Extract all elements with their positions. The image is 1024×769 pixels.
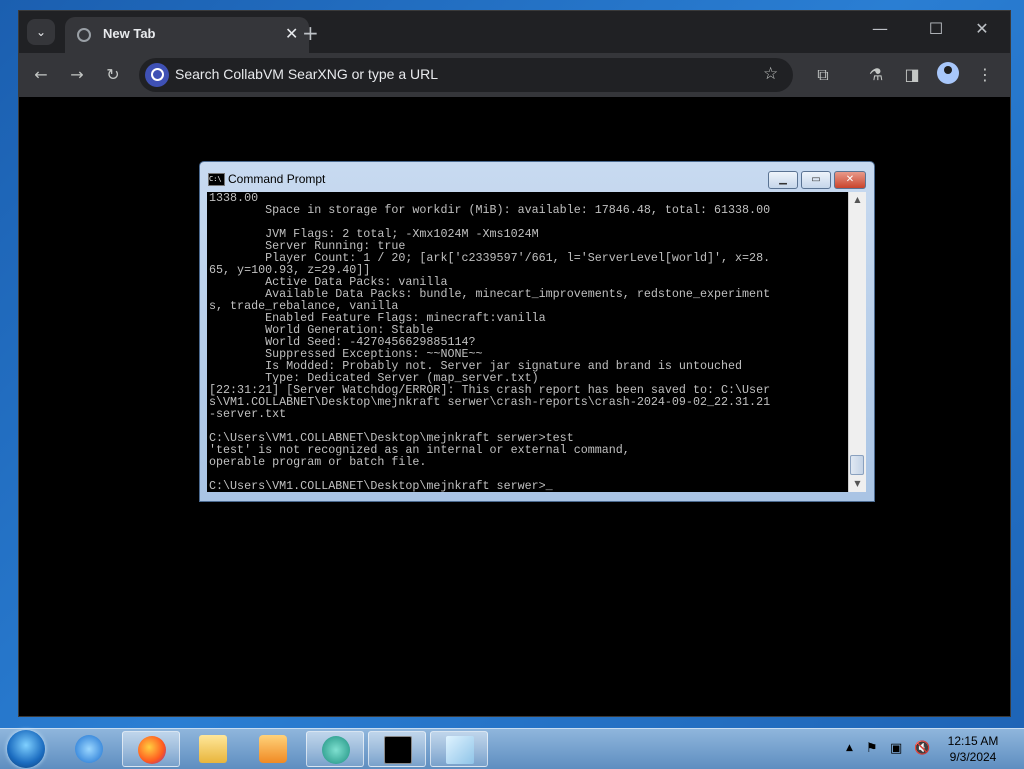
labs-flask-icon[interactable]: ⚗ (864, 63, 888, 87)
clock-time: 12:15 AM (947, 734, 999, 748)
action-center-flag-icon[interactable]: ⚑ (866, 741, 878, 756)
maximize-button[interactable]: ☐ (921, 19, 951, 38)
bookmark-star-icon[interactable]: ☆ (763, 64, 778, 84)
taskbar-ie[interactable] (60, 731, 118, 767)
clock-date: 9/3/2024 (949, 750, 997, 764)
collabvm-icon (322, 736, 350, 764)
cmd-maximize-button[interactable]: ▭ (801, 171, 831, 189)
cmd-scrollbar[interactable]: ▲ ▼ (848, 192, 866, 492)
tab-strip: ⌄ New Tab ✕ + — ☐ ✕ (19, 11, 1010, 53)
taskbar-cmd[interactable] (368, 731, 426, 767)
taskbar-media-player[interactable] (244, 731, 302, 767)
folder-icon (199, 735, 227, 763)
menu-kebab-icon[interactable]: ⋮ (973, 63, 997, 87)
cmd-taskbar-icon (384, 736, 412, 764)
media-player-icon (259, 735, 287, 763)
close-button[interactable]: ✕ (967, 19, 997, 38)
tab-search-icon[interactable]: ⌄ (27, 19, 55, 45)
back-icon[interactable]: ← (29, 63, 53, 87)
command-prompt-window[interactable]: C:\ Command Prompt ▁ ▭ ✕ 1338.00 Space i… (199, 161, 875, 502)
cmd-close-button[interactable]: ✕ (834, 171, 866, 189)
forward-icon[interactable]: → (65, 63, 89, 87)
cmd-titlebar[interactable]: C:\ Command Prompt ▁ ▭ ✕ (200, 162, 874, 192)
scroll-down-icon[interactable]: ▼ (849, 476, 866, 492)
scroll-up-icon[interactable]: ▲ (849, 192, 866, 208)
new-tab-button[interactable]: + (302, 21, 319, 45)
console-text: 1338.00 Space in storage for workdir (Mi… (209, 192, 771, 492)
cmd-title: Command Prompt (228, 172, 326, 186)
globe-icon (77, 28, 91, 42)
notepad-icon (446, 736, 474, 764)
start-button[interactable] (7, 730, 45, 768)
address-bar-placeholder: Search CollabVM SearXNG or type a URL (175, 66, 438, 82)
profile-avatar[interactable] (937, 62, 959, 84)
desktop: ⌄ New Tab ✕ + — ☐ ✕ ← → ↻ Search CollabV… (0, 0, 1024, 769)
cmd-app-icon: C:\ (208, 173, 225, 186)
taskbar: ▲ ⚑ ▣ 🔇 12:15 AM 9/3/2024 (0, 728, 1024, 769)
console-output[interactable]: 1338.00 Space in storage for workdir (Mi… (207, 192, 848, 492)
tab-new-tab[interactable]: New Tab ✕ (65, 17, 309, 53)
show-hidden-icons[interactable]: ▲ (846, 743, 853, 753)
taskbar-explorer[interactable] (184, 731, 242, 767)
reload-icon[interactable]: ↻ (101, 63, 125, 87)
taskbar-collabvm[interactable] (306, 731, 364, 767)
search-icon (145, 63, 169, 87)
browser-toolbar: ← → ↻ Search CollabVM SearXNG or type a … (19, 53, 1010, 97)
tab-close-icon[interactable]: ✕ (285, 24, 298, 43)
minimize-button[interactable]: — (865, 19, 895, 38)
internet-explorer-icon (75, 735, 103, 763)
scroll-thumb[interactable] (850, 455, 864, 475)
address-bar[interactable]: Search CollabVM SearXNG or type a URL ☆ (139, 58, 793, 92)
taskbar-notepad[interactable] (430, 731, 488, 767)
side-panel-icon[interactable]: ◨ (900, 63, 924, 87)
volume-muted-icon[interactable]: 🔇 (914, 741, 930, 756)
taskbar-firefox[interactable] (122, 731, 180, 767)
extensions-icon[interactable]: ⧉ (811, 63, 835, 87)
network-icon[interactable]: ▣ (890, 741, 902, 756)
cmd-minimize-button[interactable]: ▁ (768, 171, 798, 189)
tab-title: New Tab (103, 26, 156, 41)
firefox-icon (138, 736, 166, 764)
system-clock[interactable]: 12:15 AM 9/3/2024 (940, 733, 1006, 765)
